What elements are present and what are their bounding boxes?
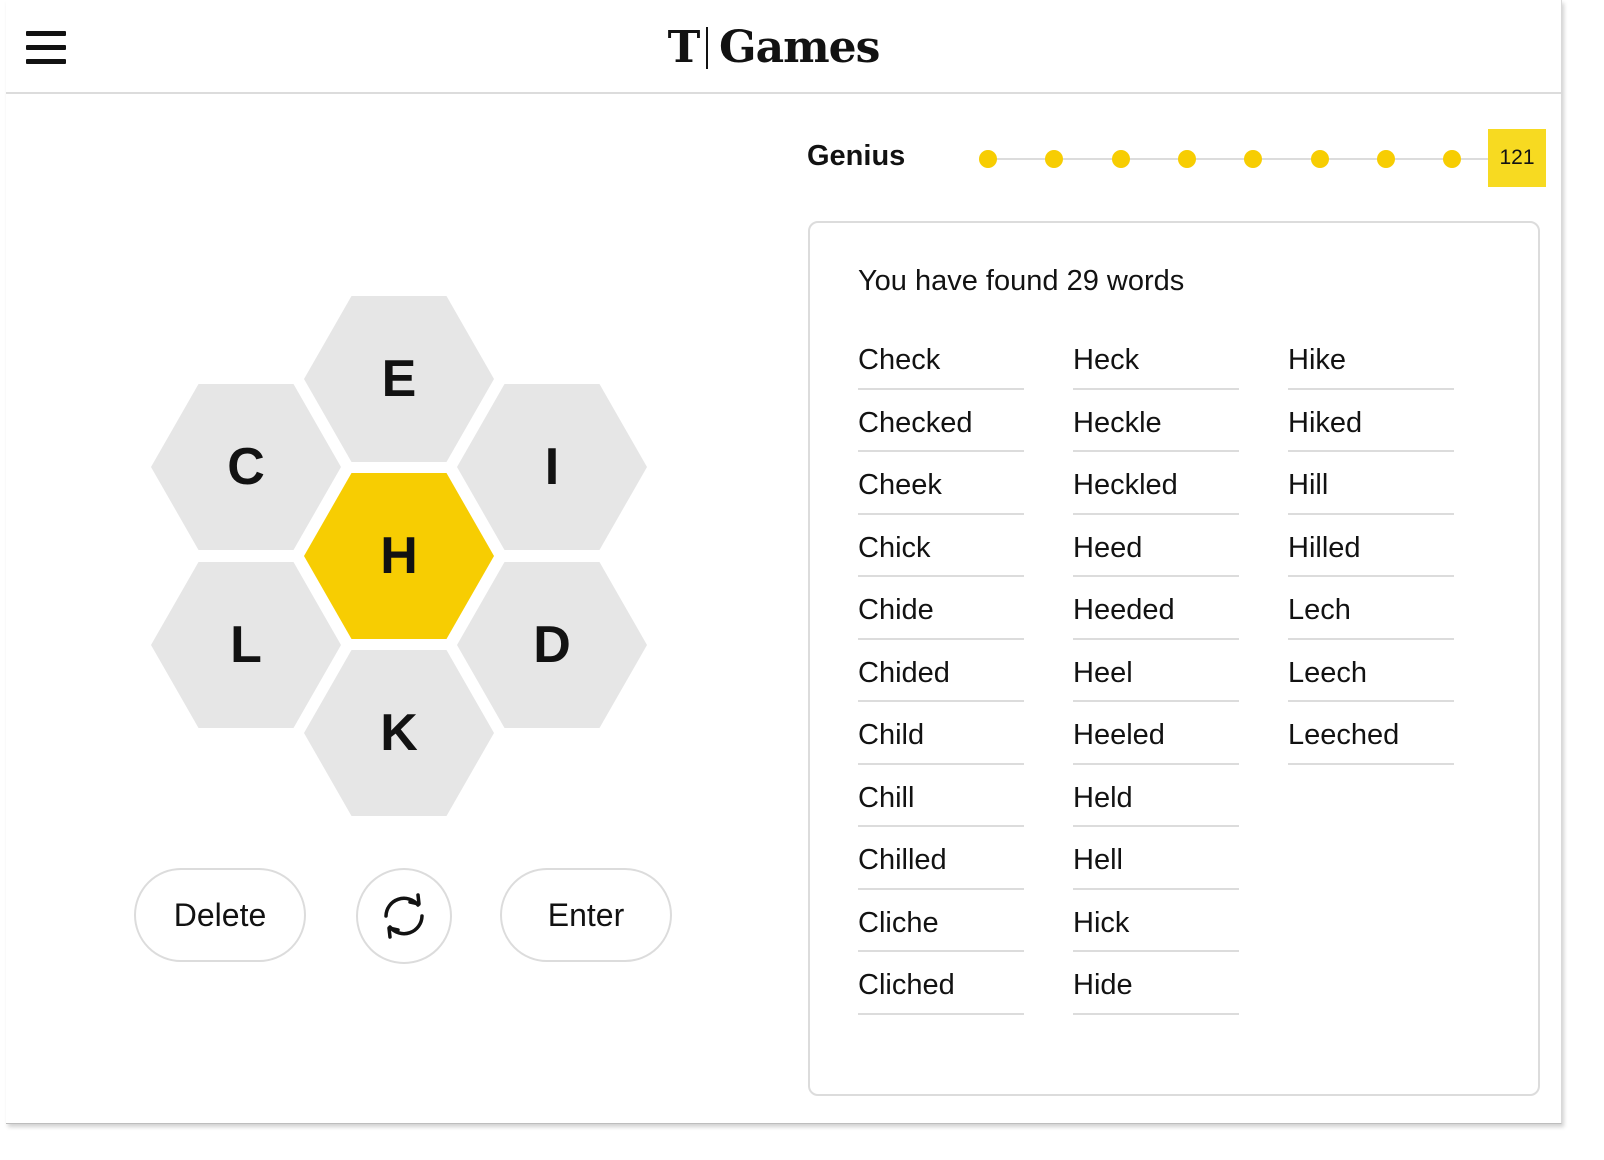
found-word: Heck <box>1073 327 1239 390</box>
hive-letter: K <box>380 704 418 762</box>
game-frame: T Games Genius 121 ECILDKH Delete Enter … <box>6 0 1562 1124</box>
hamburger-icon <box>26 31 66 36</box>
found-word: Hick <box>1073 890 1239 952</box>
progress-bar[interactable]: 121 <box>976 129 1548 189</box>
header: T Games <box>6 0 1561 94</box>
honeycomb: ECILDKH <box>146 296 656 816</box>
progress-dot <box>1244 150 1263 168</box>
found-word: Hill <box>1288 452 1454 515</box>
found-word: Heckle <box>1073 390 1239 452</box>
found-word: Child <box>858 702 1024 765</box>
found-word: Chided <box>858 640 1024 702</box>
found-word: Check <box>858 327 1024 390</box>
found-word: Leech <box>1288 640 1454 702</box>
found-word: Hide <box>1073 952 1239 1015</box>
progress-dot <box>1111 150 1130 168</box>
center-letter-cell[interactable]: H <box>304 473 494 639</box>
found-word: Cliched <box>858 952 1024 1015</box>
found-word: Cliche <box>858 890 1024 952</box>
logo-text: Games <box>719 22 880 73</box>
word-column: Hike Hiked Hill Hilled Lech Leech Leeched <box>1288 327 1454 765</box>
found-word: Hiked <box>1288 390 1454 452</box>
found-word: Heeled <box>1073 702 1239 765</box>
word-column: Heck Heckle Heckled Heed Heeded Heel Heeled Hel… <box>1073 327 1239 1015</box>
found-word: Checked <box>858 390 1024 452</box>
shuffle-button[interactable] <box>356 868 452 964</box>
progress-dot <box>1045 150 1064 168</box>
score-badge: 121 <box>1488 129 1546 187</box>
word-column: Check Checked Cheek Chick Chide Chided Child Ch… <box>858 327 1024 1015</box>
words-found-summary: You have found 29 words <box>858 265 1185 297</box>
found-word: Chilled <box>858 827 1024 890</box>
rank-label: Genius <box>807 140 906 172</box>
found-word: Heckled <box>1073 452 1239 515</box>
shuffle-icon <box>384 893 424 939</box>
progress-dot <box>1443 150 1462 168</box>
found-word: Chide <box>858 577 1024 640</box>
found-word: Heed <box>1073 515 1239 577</box>
found-word: Hilled <box>1288 515 1454 577</box>
logo-divider <box>706 27 708 69</box>
hive-letter: H <box>380 527 418 585</box>
found-word: Hike <box>1288 327 1454 390</box>
menu-button[interactable] <box>26 30 68 66</box>
found-word: Cheek <box>858 452 1024 515</box>
found-word: Chick <box>858 515 1024 577</box>
found-word: Leeched <box>1288 702 1454 765</box>
outer-letter-cell[interactable]: K <box>304 650 494 816</box>
found-word: Lech <box>1288 577 1454 640</box>
progress-dot <box>979 150 997 168</box>
delete-button[interactable]: Delete <box>134 868 306 962</box>
word-list-panel: You have found 29 words Check Checked Chee… <box>808 221 1540 1096</box>
found-word: Chill <box>858 765 1024 827</box>
found-word: Held <box>1073 765 1239 827</box>
found-word: Heel <box>1073 640 1239 702</box>
enter-button[interactable]: Enter <box>500 868 672 962</box>
progress-dot <box>1376 150 1395 168</box>
nyt-games-logo[interactable]: T Games <box>666 22 881 74</box>
progress-dot <box>1310 150 1329 168</box>
nyt-t-logo: T <box>667 22 701 73</box>
found-word: Heeded <box>1073 577 1239 640</box>
found-word: Hell <box>1073 827 1239 890</box>
progress-dot <box>1177 150 1196 168</box>
